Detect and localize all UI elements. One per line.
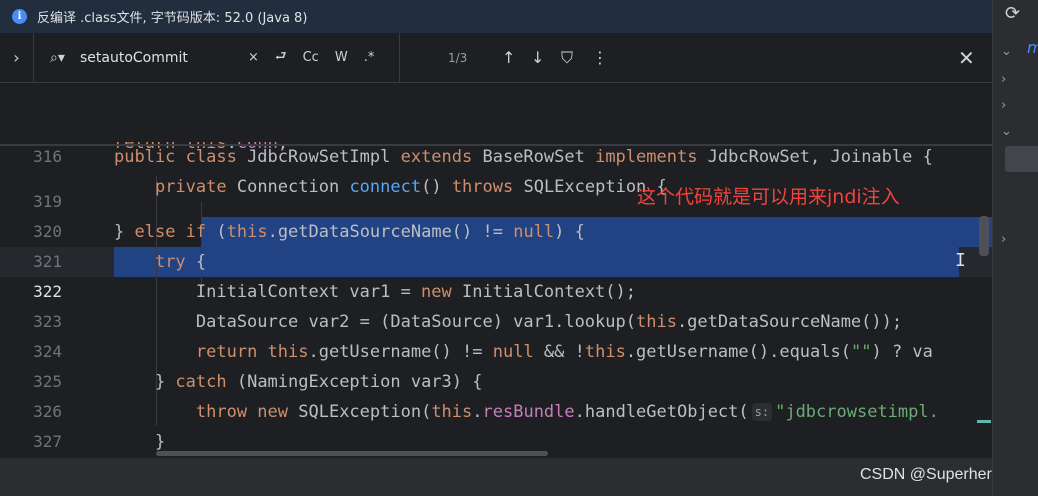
match-case-toggle[interactable]: Cc <box>303 50 319 65</box>
expand-replace-icon[interactable]: › <box>0 33 34 82</box>
code-line: 321 InitialContext var1 = new InitialCon… <box>0 217 992 302</box>
next-occurrence-icon[interactable]: ↓ <box>531 48 544 67</box>
code-editor[interactable]: return this.conn; 319 } else if (this.ge… <box>0 84 992 458</box>
vertical-scrollbar[interactable] <box>979 216 989 256</box>
watermark: CSDN @SuperherRo <box>860 466 1013 483</box>
regex-toggle[interactable]: .* <box>364 50 375 65</box>
collapse-chevron-icon[interactable]: ⌄ <box>1001 44 1012 59</box>
filter-icon[interactable]: ⛉ <box>561 48 573 68</box>
decompiled-notice-bar: i 反编译 .class文件, 字节码版本: 52.0 (Java 8) <box>0 0 992 33</box>
match-count: 1/3 <box>448 50 468 65</box>
find-bar: › ⌕▾ setautoCommit × ⮐ Cc W .* 1/3 ↑ ↓ ⛉… <box>0 33 992 83</box>
decompiled-notice-text: 反编译 .class文件, 字节码版本: 52.0 (Java 8) <box>37 11 308 26</box>
info-icon: i <box>12 9 27 24</box>
text-cursor-icon: I <box>955 250 966 271</box>
code-line: 324 } catch (NamingException var3) { <box>0 307 992 392</box>
code-line: 323 return this.getUsername() != null &&… <box>0 277 992 362</box>
tree-item-label[interactable]: m <box>1027 38 1038 57</box>
line-number: 316 <box>33 147 62 166</box>
search-history-icon[interactable]: ⌕▾ <box>50 50 80 66</box>
code-line: 327 } else { <box>0 397 992 451</box>
sticky-line-method[interactable]: 316 private Connection connect() throws … <box>0 112 992 197</box>
sticky-line-class[interactable]: 49 public class JdbcRowSetImpl extends B… <box>0 84 992 167</box>
expand-chevron-icon[interactable]: › <box>1001 72 1006 87</box>
red-annotation-text: 这个代码就是可以用来jndi注入 <box>637 186 900 208</box>
search-input[interactable]: setautoCommit <box>80 50 248 66</box>
refresh-icon[interactable]: ⟳ <box>1005 3 1020 24</box>
code-line: 326 } <box>0 367 992 452</box>
new-line-icon[interactable]: ⮐ <box>275 47 287 69</box>
bottom-strip <box>0 458 992 496</box>
previous-occurrence-icon[interactable]: ↑ <box>502 48 515 67</box>
close-find-icon[interactable]: ✕ <box>958 46 975 70</box>
collapse-chevron-icon[interactable]: ⌄ <box>1001 124 1012 139</box>
selected-tree-item[interactable] <box>1005 146 1038 172</box>
clear-search-icon[interactable]: × <box>248 50 259 65</box>
project-panel: ⟳ ⌄ m › › ⌄ › <box>992 0 1038 496</box>
search-field[interactable]: ⌕▾ setautoCommit × ⮐ Cc W .* <box>34 33 400 82</box>
code-line-current: 322 DataSource var2 = (DataSource) var1.… <box>0 247 992 332</box>
expand-chevron-icon[interactable]: › <box>1001 232 1006 247</box>
sticky-lines-divider <box>0 144 992 146</box>
whole-words-toggle[interactable]: W <box>335 50 348 65</box>
horizontal-scrollbar[interactable] <box>156 451 548 456</box>
expand-chevron-icon[interactable]: › <box>1001 98 1006 113</box>
more-options-icon[interactable]: ⋮ <box>592 48 608 67</box>
code-line: 325 throw new SQLException(this.resBundl… <box>0 337 992 422</box>
error-stripe-marker[interactable] <box>977 420 991 423</box>
